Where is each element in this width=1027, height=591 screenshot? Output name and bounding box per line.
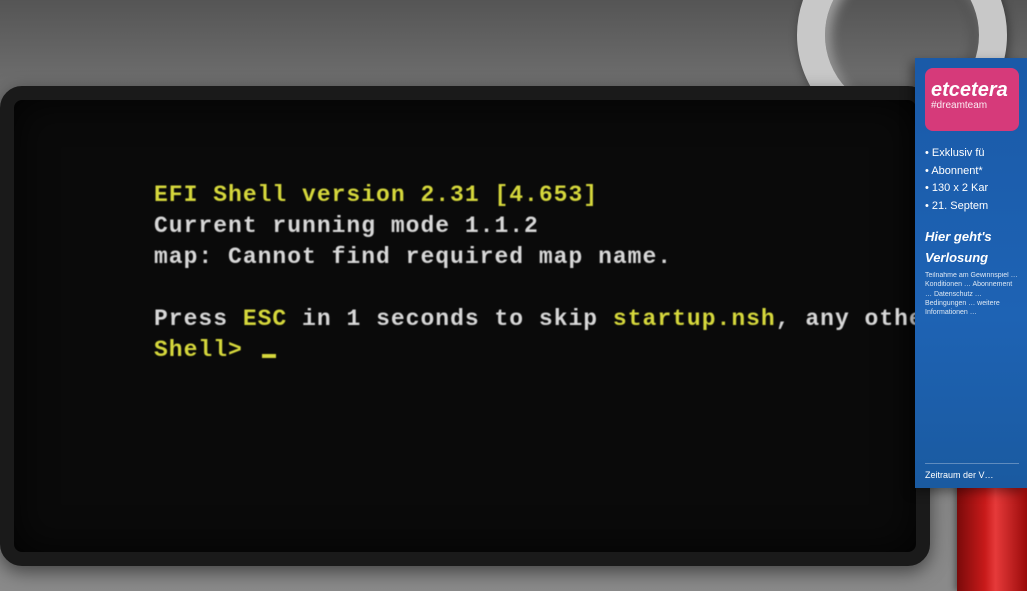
info-display-monitor: EFI Shell version 2.31 [4.653] Current r… bbox=[0, 86, 930, 566]
efi-shell-screen: EFI Shell version 2.31 [4.653] Current r… bbox=[14, 100, 916, 552]
press-text-a: Press bbox=[154, 306, 243, 332]
blank-line bbox=[154, 273, 906, 304]
cursor-icon bbox=[262, 354, 276, 358]
advert-mid1: Hier geht's bbox=[925, 229, 1019, 244]
shell-prompt: Shell> bbox=[154, 337, 258, 363]
press-esc-key: ESC bbox=[243, 306, 287, 332]
press-text-c: , any other key to bbox=[776, 306, 916, 332]
red-pole bbox=[957, 481, 1027, 591]
press-text-b: in 1 seconds to skip bbox=[287, 306, 613, 332]
shell-prompt-line[interactable]: Shell> bbox=[154, 335, 906, 366]
advert-brand: etcetera bbox=[931, 80, 1013, 100]
advert-footer: Zeitraum der V… bbox=[925, 463, 1019, 480]
advert-bullets: Exklusiv fü Abonnent* 130 x 2 Kar 21. Se… bbox=[925, 145, 1019, 215]
advert-card: etcetera #dreamteam Exklusiv fü Abonnent… bbox=[915, 58, 1027, 488]
press-startup-file: startup.nsh bbox=[613, 306, 776, 332]
advert-bullet: 21. Septem bbox=[925, 198, 1019, 216]
shell-map: map: Cannot find required map name. bbox=[154, 242, 906, 273]
shell-press: Press ESC in 1 seconds to skip startup.n… bbox=[154, 304, 906, 335]
advert-bullet: Exklusiv fü bbox=[925, 145, 1019, 163]
photo-scene: EFI Shell version 2.31 [4.653] Current r… bbox=[0, 0, 1027, 591]
advert-bullet: 130 x 2 Kar bbox=[925, 180, 1019, 198]
shell-mode: Current running mode 1.1.2 bbox=[154, 211, 906, 242]
shell-header: EFI Shell version 2.31 [4.653] bbox=[154, 180, 906, 211]
advert-bullet: Abonnent* bbox=[925, 163, 1019, 181]
advert-mid2: Verlosung bbox=[925, 250, 1019, 265]
advert-brand-block: etcetera #dreamteam bbox=[925, 68, 1019, 131]
advert-fineprint: Teilnahme am Gewinnspiel … Konditionen …… bbox=[925, 271, 1019, 341]
advert-tag: #dreamteam bbox=[931, 100, 1013, 111]
